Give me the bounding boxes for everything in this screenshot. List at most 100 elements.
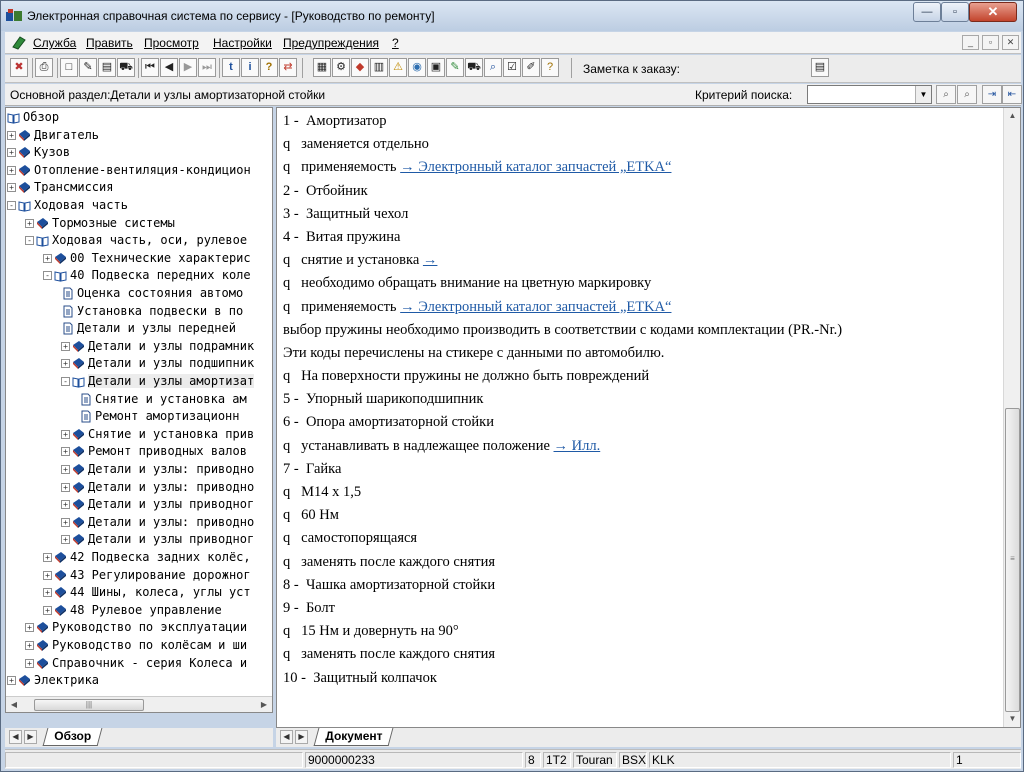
tree-item[interactable]: +00 Технические характерис xyxy=(43,250,251,267)
expand-node-icon[interactable]: + xyxy=(61,482,70,492)
tab-next-icon[interactable]: ▶ xyxy=(295,730,308,744)
lookup-icon[interactable]: ⌕ xyxy=(484,58,502,77)
tree-item[interactable]: + Детали и узлы подрамник xyxy=(61,338,254,355)
tree-item[interactable]: - Ходовая часть, оси, рулевое xyxy=(25,232,247,249)
search-icon[interactable]: ⌕ xyxy=(936,85,956,104)
expand-node-icon[interactable]: + xyxy=(7,183,16,193)
menu-view[interactable]: Просмотр xyxy=(144,36,199,50)
tree-item[interactable]: + Электрика xyxy=(7,672,99,689)
expand-node-icon[interactable]: + xyxy=(61,359,70,369)
context-help-icon[interactable]: ? xyxy=(541,58,559,77)
search-next-icon[interactable]: ⌕ xyxy=(957,85,977,104)
collapse-node-icon[interactable]: - xyxy=(43,271,52,281)
tree-item[interactable]: Снятие и установка ам xyxy=(79,391,247,408)
next-page-icon[interactable]: ▶ xyxy=(179,58,197,77)
tree-item[interactable]: + Ремонт приводных валов xyxy=(61,443,247,460)
tree-item[interactable]: + Руководство по эксплуатации xyxy=(25,619,247,636)
expand-node-icon[interactable]: + xyxy=(43,570,52,580)
scroll-left-icon[interactable]: ◀ xyxy=(7,698,21,712)
scroll-thumb[interactable]: ||| xyxy=(34,699,144,711)
tree-item[interactable]: +42 Подвеска задних колёс, xyxy=(43,549,251,566)
expand-node-icon[interactable]: + xyxy=(61,535,70,545)
tab-overview[interactable]: Обзор xyxy=(42,728,103,746)
document-vertical-scrollbar[interactable]: ▲ ≡ ▼ xyxy=(1003,108,1020,727)
expand-node-icon[interactable]: + xyxy=(43,588,52,598)
search-criteria-dropdown[interactable]: ▼ xyxy=(807,85,932,104)
clipboard-icon[interactable]: ▣ xyxy=(427,58,445,77)
expand-node-icon[interactable]: + xyxy=(7,130,16,140)
form-icon[interactable]: ▥ xyxy=(370,58,388,77)
expand-node-icon[interactable]: + xyxy=(7,165,16,175)
order-note-button[interactable]: ▤ xyxy=(811,58,829,77)
expand-node-icon[interactable]: + xyxy=(43,553,52,562)
pen-icon[interactable]: ✎ xyxy=(446,58,464,77)
catalog-icon[interactable]: ▦ xyxy=(313,58,331,77)
info-icon[interactable]: i xyxy=(241,58,259,77)
tree-item[interactable]: Установка подвески в по xyxy=(61,303,243,320)
vehicle-icon[interactable]: ⛟ xyxy=(465,58,483,77)
tab-document[interactable]: Документ xyxy=(313,728,394,746)
mdi-minimize-button[interactable]: _ xyxy=(962,35,979,50)
tree-item[interactable]: + Трансмиссия xyxy=(7,179,113,196)
first-page-icon[interactable]: ⏮ xyxy=(141,58,159,77)
tree-item[interactable]: + Детали и узлы приводног xyxy=(61,496,254,513)
tree-item[interactable]: +44 Шины, колеса, углы уст xyxy=(43,584,251,601)
minimize-button[interactable]: — xyxy=(913,2,941,22)
notes-icon[interactable]: ✐ xyxy=(522,58,540,77)
expand-node-icon[interactable]: + xyxy=(7,148,16,158)
collapse-node-icon[interactable]: - xyxy=(61,377,70,386)
tree-item[interactable]: + Кузов xyxy=(7,144,70,161)
title-bar[interactable]: Электронная справочная система по сервис… xyxy=(1,1,1023,31)
document-window-icon[interactable] xyxy=(11,35,27,50)
new-page-icon[interactable]: □ xyxy=(60,58,78,77)
tree-item[interactable]: + Отопление-вентиляция-кондицион xyxy=(7,162,251,179)
tree-item[interactable]: - Детали и узлы амортизат xyxy=(61,373,255,390)
tab-prev-icon[interactable]: ◀ xyxy=(9,730,22,744)
tab-next-icon[interactable]: ▶ xyxy=(24,730,37,744)
collapse-node-icon[interactable]: - xyxy=(25,236,34,246)
expand-node-icon[interactable]: + xyxy=(61,447,70,457)
tree-horizontal-scrollbar[interactable]: ◀ ||| ▶ xyxy=(6,696,272,712)
engine-icon[interactable]: ⚙ xyxy=(332,58,350,77)
expand-node-icon[interactable]: + xyxy=(25,623,34,633)
tree-item[interactable]: + Детали и узлы: приводно xyxy=(61,479,254,496)
jump-up-icon[interactable]: t xyxy=(222,58,240,77)
last-page-icon[interactable]: ⏭ xyxy=(198,58,216,77)
tree-item[interactable]: + Тормозные системы xyxy=(25,215,175,232)
menu-service[interactable]: Служба xyxy=(33,36,76,50)
scroll-up-icon[interactable]: ▲ xyxy=(1005,109,1020,123)
globe-icon[interactable]: ◉ xyxy=(408,58,426,77)
expand-node-icon[interactable]: + xyxy=(7,676,16,686)
expand-node-icon[interactable]: + xyxy=(25,218,34,228)
tree-item[interactable]: + Руководство по колёсам и ши xyxy=(25,637,247,654)
tab-prev-icon[interactable]: ◀ xyxy=(280,730,293,744)
scroll-thumb[interactable]: ≡ xyxy=(1005,408,1020,712)
tree-item[interactable]: + Двигатель xyxy=(7,127,99,144)
expand-node-icon[interactable]: + xyxy=(61,500,70,510)
order-note-field[interactable] xyxy=(682,59,806,78)
edit-page-icon[interactable]: ✎ xyxy=(79,58,97,77)
expand-node-icon[interactable]: + xyxy=(61,517,70,527)
menu-help[interactable]: ? xyxy=(392,36,399,50)
tree-item[interactable]: + Детали и узлы приводног xyxy=(61,531,254,548)
expand-node-icon[interactable]: + xyxy=(61,341,70,351)
print-icon[interactable]: ⎙ xyxy=(35,58,53,77)
tree-item[interactable]: + Детали и узлы подшипник xyxy=(61,355,254,372)
menu-edit[interactable]: Править xyxy=(86,36,133,50)
mdi-close-button[interactable]: ✕ xyxy=(1002,35,1019,50)
checklist-icon[interactable]: ☑ xyxy=(503,58,521,77)
expand-node-icon[interactable]: + xyxy=(61,429,70,439)
document-link[interactable]: → Электронный каталог запчастей „ETKA“ xyxy=(400,299,671,315)
close-button[interactable]: ✕ xyxy=(969,2,1017,22)
tree-item[interactable]: - 40 Подвеска передних коле xyxy=(43,267,251,284)
tree-item[interactable]: Оценка состояния автомо xyxy=(61,285,243,302)
menu-settings[interactable]: Настройки xyxy=(213,36,272,50)
warning-icon[interactable]: ⚠ xyxy=(389,58,407,77)
tree-item[interactable]: Ремонт амортизационн xyxy=(79,408,240,425)
tree-item[interactable]: + Детали и узлы: приводно xyxy=(61,461,254,478)
chevron-down-icon[interactable]: ▼ xyxy=(915,86,931,103)
document-link[interactable]: → Илл. xyxy=(554,438,601,454)
expand-node-icon[interactable]: + xyxy=(43,253,52,263)
diamond-icon[interactable]: ◆ xyxy=(351,58,369,77)
tree-item[interactable]: +43 Регулирование дорожног xyxy=(43,567,251,584)
